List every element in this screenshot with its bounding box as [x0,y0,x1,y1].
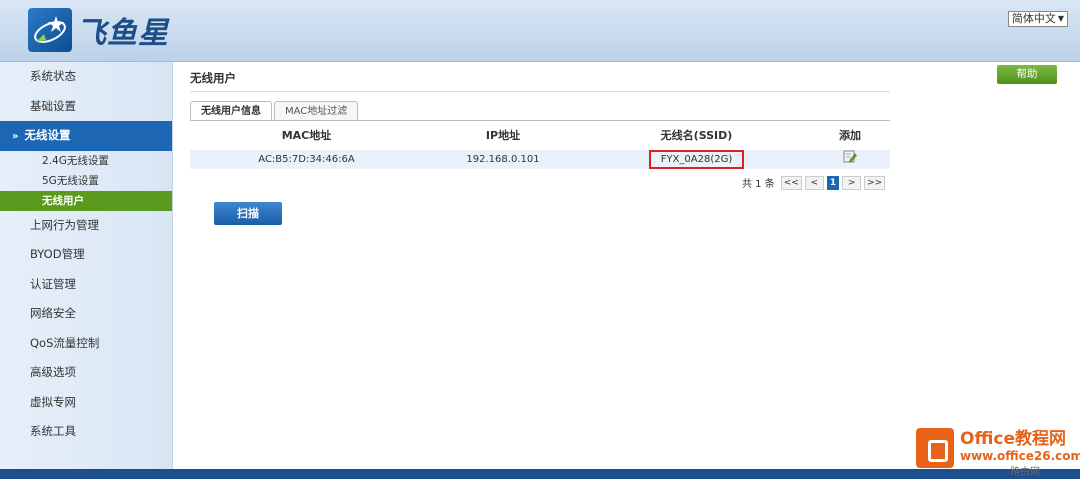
first-page-button[interactable]: << [780,175,802,190]
watermark-title: Office教程网 [960,429,1067,449]
column-header-ip: IP地址 [485,129,521,142]
scan-button[interactable]: 扫描 [214,202,282,225]
column-header-mac: MAC地址 [281,129,332,142]
sidebar-item-security[interactable]: 网络安全 [0,299,172,329]
sidebar-item-wireless-settings[interactable]: » 无线设置 [0,121,172,151]
chevron-down-icon: » [12,131,19,142]
main-content: 无线用户 帮助 无线用户信息 MAC地址过滤 MAC地址 IP地址 无线名(SS… [174,62,1080,469]
language-select[interactable]: 简体中文 ▼ [1007,11,1068,27]
cell-ssid: FYX_0A28(2G) [583,150,810,169]
header-bar: 飞鱼星 简体中文 ▼ [0,0,1080,62]
last-page-button[interactable]: >> [864,175,886,190]
sidebar-item-system-tools[interactable]: 系统工具 [0,417,172,447]
column-header-add: 添加 [839,129,861,142]
sidebar-subitem-wireless-users[interactable]: 无线用户 [0,190,172,211]
next-page-button[interactable]: > [842,175,862,190]
sidebar-item-vpn[interactable]: 虚拟专网 [0,388,172,418]
watermark: Office教程网 www.office26.com [916,428,1080,468]
sidebar-item-system-status[interactable]: 系统状态 [0,62,172,92]
brand-name: 飞鱼星 [76,16,169,51]
watermark-sub: 路由网 [1010,467,1040,478]
sidebar-item-auth[interactable]: 认证管理 [0,270,172,300]
prev-page-button[interactable]: < [804,175,824,190]
edit-icon[interactable] [843,150,857,170]
sidebar: 系统状态 基础设置 » 无线设置 2.4G无线设置 5G无线设置 无线用户 上网行… [0,62,173,469]
office-logo-icon [916,428,954,468]
tab-mac-filter[interactable]: MAC地址过滤 [274,101,359,121]
sidebar-item-advanced[interactable]: 高级选项 [0,358,172,388]
tab-bar: 无线用户信息 MAC地址过滤 [190,101,360,121]
brand-logo: 飞鱼星 [28,8,169,52]
fish-star-logo-icon [28,8,72,52]
pagination: 共 1 条 << < 1 > >> [742,175,886,190]
current-page[interactable]: 1 [826,175,840,190]
table-header: MAC地址 IP地址 无线名(SSID) 添加 [190,126,890,146]
watermark-text: Office教程网 www.office26.com [960,431,1080,465]
sidebar-item-behavior-management[interactable]: 上网行为管理 [0,211,172,241]
cell-mac: AC:B5:7D:34:46:6A [258,154,355,165]
cell-ip: 192.168.0.101 [466,154,540,165]
pagination-total: 共 1 条 [742,179,775,190]
cell-add [810,150,890,169]
tab-divider [190,120,890,121]
ssid-highlight: FYX_0A28(2G) [648,150,745,169]
table-row: AC:B5:7D:34:46:6A 192.168.0.101 FYX_0A28… [190,150,890,169]
help-button[interactable]: 帮助 [997,65,1057,84]
page-title: 无线用户 [190,71,236,85]
sidebar-item-qos[interactable]: QoS流量控制 [0,329,172,359]
sidebar-subitem-24g[interactable]: 2.4G无线设置 [0,151,172,171]
wireless-users-table: MAC地址 IP地址 无线名(SSID) 添加 AC:B5:7D:34:46:6… [190,126,890,169]
title-divider [190,91,890,92]
footer-bar [0,469,1080,479]
sidebar-item-basic-settings[interactable]: 基础设置 [0,92,172,122]
column-header-ssid: 无线名(SSID) [660,129,733,142]
dropdown-arrow-icon: ▼ [1057,14,1064,23]
sidebar-item-byod[interactable]: BYOD管理 [0,240,172,270]
sidebar-item-label: 无线设置 [24,128,71,142]
sidebar-subitem-5g[interactable]: 5G无线设置 [0,171,172,191]
language-value: 简体中文 [1011,12,1056,25]
tab-wireless-user-info[interactable]: 无线用户信息 [190,101,272,121]
